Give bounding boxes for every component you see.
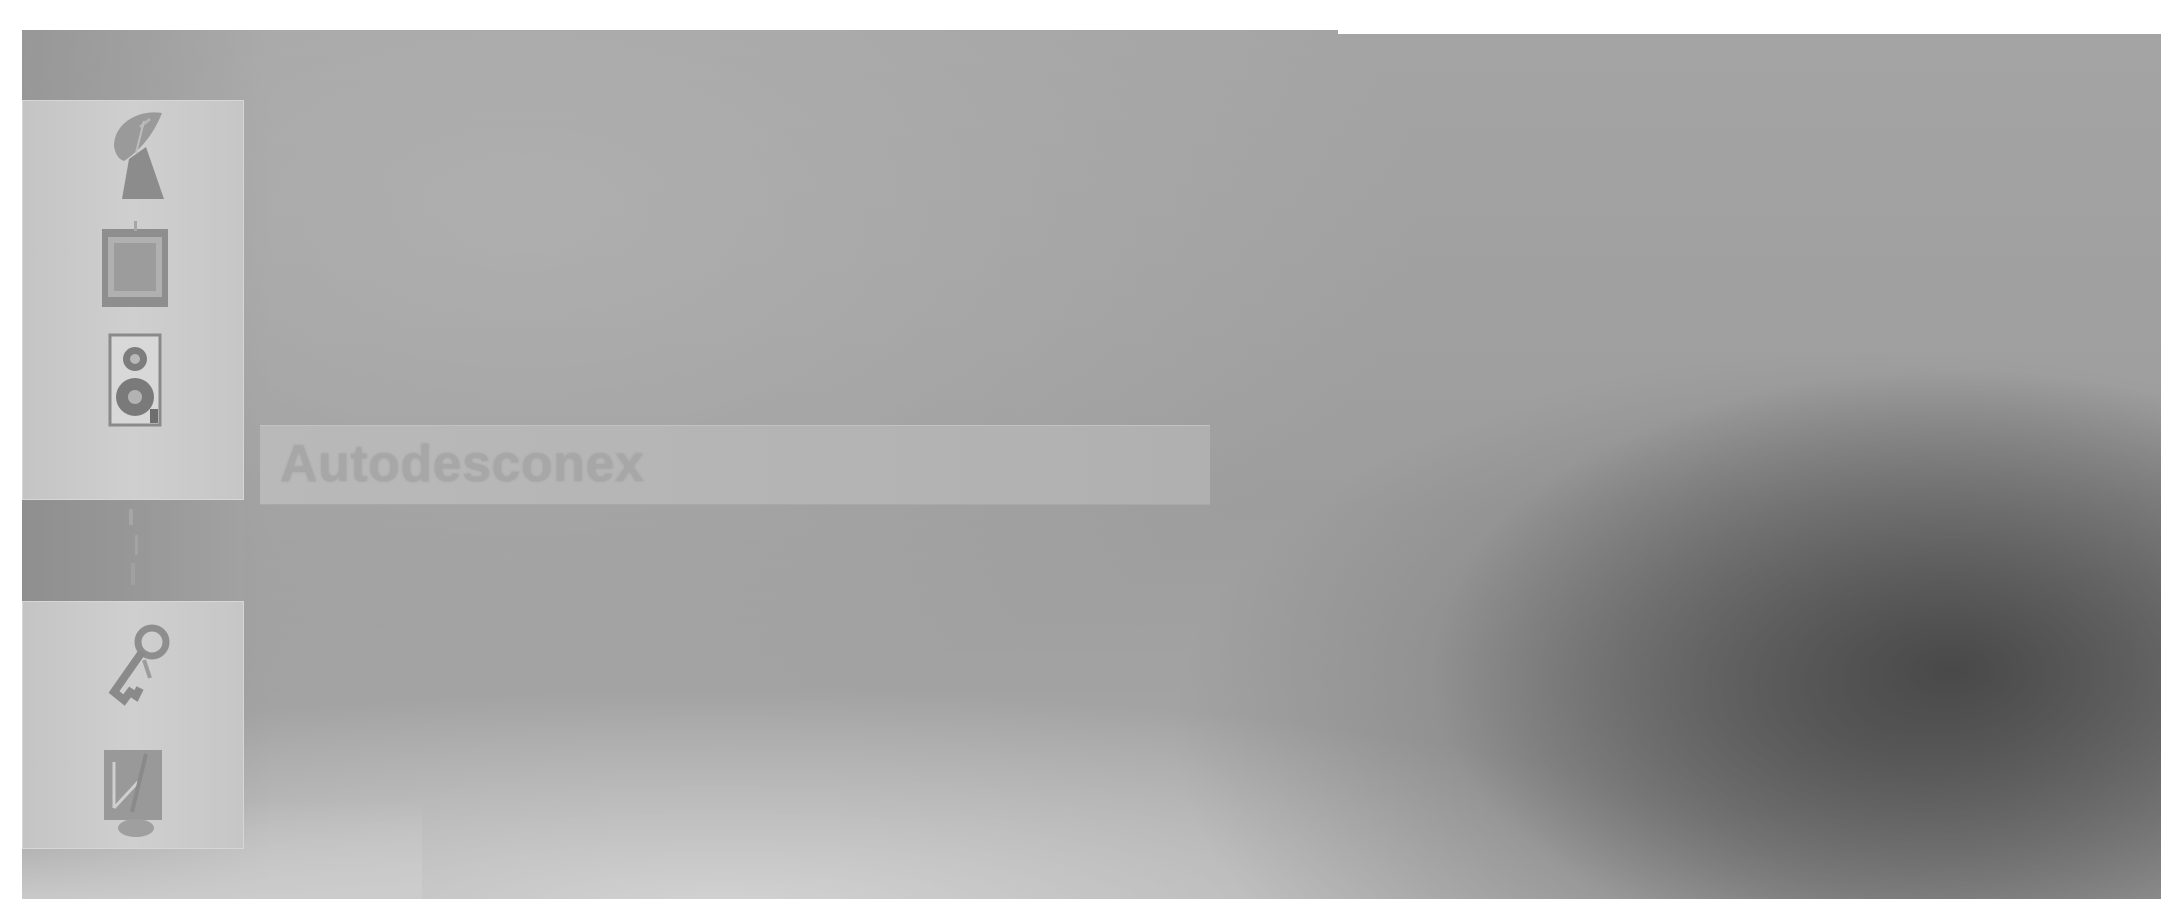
main-menu-column — [22, 100, 244, 880]
menu-item-picture[interactable] — [23, 213, 245, 325]
clock-icon — [129, 508, 138, 585]
menu-item-spacer — [23, 437, 245, 501]
menu-block-lower — [22, 601, 244, 849]
satellite-dish-icon — [114, 112, 164, 199]
menu-item-lock[interactable] — [23, 726, 245, 850]
submenu-item-selected[interactable]: Autodesconex — [260, 425, 1210, 505]
picture-screen-icon — [102, 221, 168, 307]
osd-menu-panel: Autodesconex — [22, 30, 2161, 899]
menu-block-upper — [22, 100, 244, 500]
tv-screen: Autodesconex — [0, 0, 2161, 899]
submenu-item-label: Autodesconex — [280, 435, 645, 493]
speaker-icon — [108, 333, 162, 427]
menu-item-sound[interactable] — [23, 325, 245, 437]
menu-item-channel[interactable] — [23, 101, 245, 213]
key-icon — [108, 624, 170, 706]
menu-item-time[interactable] — [22, 500, 244, 601]
menu-item-option[interactable] — [23, 602, 245, 726]
panel-top-edge — [1338, 30, 2161, 34]
lock-icon — [104, 750, 162, 837]
